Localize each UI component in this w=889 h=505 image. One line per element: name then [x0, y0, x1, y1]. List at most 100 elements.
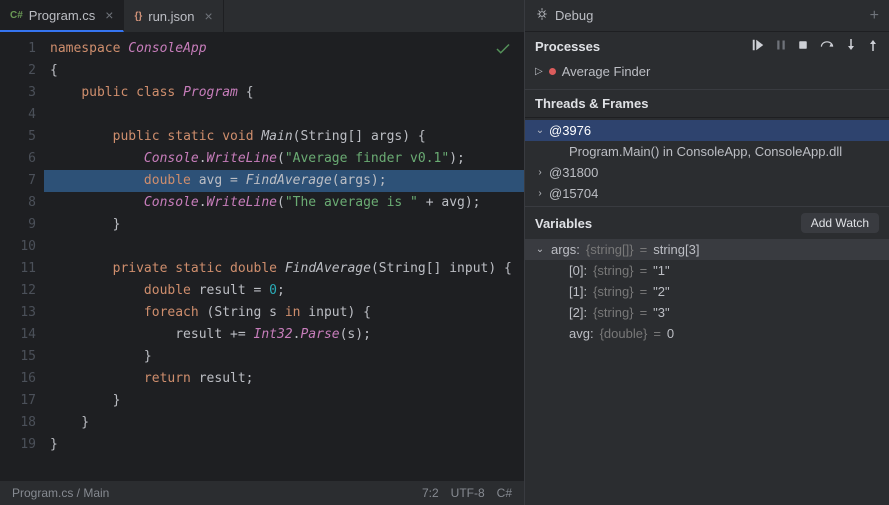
file-icon: {} — [134, 11, 142, 22]
line-number[interactable]: 5 — [0, 126, 36, 148]
debug-icon — [535, 7, 549, 24]
code-line[interactable]: { — [44, 60, 524, 82]
code-line[interactable]: Console.WriteLine("The average is " + av… — [44, 192, 524, 214]
tab-program-cs[interactable]: C# Program.cs × — [0, 0, 124, 32]
gutter: 12345678910111213141516171819 — [0, 32, 44, 481]
code-line[interactable]: Console.WriteLine("Average finder v0.1")… — [44, 148, 524, 170]
line-number[interactable]: 8 — [0, 192, 36, 214]
var-type: {string} — [593, 263, 633, 278]
variable-row[interactable]: ⌄args: {string[]} = string[3] — [525, 239, 889, 260]
process-name: Average Finder — [562, 64, 651, 79]
code-line[interactable]: result += Int32.Parse(s); — [44, 324, 524, 346]
code-line[interactable] — [44, 236, 524, 258]
variable-row[interactable]: [1]: {string} = "2" — [525, 281, 889, 302]
var-type: {double} — [600, 326, 648, 341]
language[interactable]: C# — [497, 486, 512, 500]
var-value: "3" — [653, 305, 669, 320]
code[interactable]: namespace ConsoleApp{ public class Progr… — [44, 32, 524, 481]
line-number[interactable]: 1 — [0, 38, 36, 60]
var-type: {string[]} — [586, 242, 634, 257]
tab-run-json[interactable]: {}run.json× — [124, 0, 223, 32]
code-line[interactable]: public static void Main(String[] args) { — [44, 126, 524, 148]
line-number[interactable]: 12 — [0, 280, 36, 302]
thread-id: @31800 — [549, 165, 598, 180]
process-item[interactable]: ▷ Average Finder — [525, 60, 889, 89]
var-name: args: — [551, 242, 580, 257]
code-line[interactable]: } — [44, 390, 524, 412]
thread-id: @15704 — [549, 186, 598, 201]
var-type: {string} — [593, 284, 633, 299]
editor-area[interactable]: 12345678910111213141516171819 namespace … — [0, 32, 524, 481]
debug-controls — [751, 38, 879, 55]
resume-button[interactable] — [751, 38, 765, 55]
breadcrumb[interactable]: Program.cs / Main — [12, 486, 109, 500]
line-number[interactable]: 19 — [0, 434, 36, 456]
variables-list: ⌄args: {string[]} = string[3][0]: {strin… — [525, 239, 889, 344]
code-line[interactable]: } — [44, 412, 524, 434]
step-out-button[interactable] — [867, 38, 879, 55]
step-over-button[interactable] — [819, 38, 835, 55]
var-name: avg: — [569, 326, 594, 341]
stop-button[interactable] — [797, 39, 809, 54]
thread-row[interactable]: › @31800 — [525, 162, 889, 183]
line-number[interactable]: 15 — [0, 346, 36, 368]
encoding[interactable]: UTF-8 — [451, 486, 485, 500]
thread-list: ⌄ @3976Program.Main() in ConsoleApp, Con… — [525, 118, 889, 206]
step-into-button[interactable] — [845, 38, 857, 55]
code-line[interactable]: private static double FindAverage(String… — [44, 258, 524, 280]
var-name: [1]: — [569, 284, 587, 299]
variable-row[interactable]: avg: {double} = 0 — [525, 323, 889, 344]
chevron-icon: ⌄ — [535, 244, 545, 255]
editor-pane: C#Program.cs×{}run.json× 123456789101112… — [0, 0, 524, 505]
line-number[interactable]: 11 — [0, 258, 36, 280]
code-line[interactable]: foreach (String s in input) { — [44, 302, 524, 324]
line-number[interactable]: 9 — [0, 214, 36, 236]
cursor-position[interactable]: 7:2 — [422, 486, 439, 500]
variables-header: Variables — [535, 216, 592, 231]
add-config-button[interactable]: + — [870, 7, 879, 25]
code-line[interactable]: } — [44, 346, 524, 368]
var-name: [2]: — [569, 305, 587, 320]
line-number[interactable]: 18 — [0, 412, 36, 434]
breakpoint-indicator-icon — [549, 68, 556, 75]
code-line[interactable]: double result = 0; — [44, 280, 524, 302]
line-number[interactable]: 10 — [0, 236, 36, 258]
file-icon: C# — [10, 10, 23, 21]
add-watch-button[interactable]: Add Watch — [801, 213, 879, 233]
close-icon[interactable]: × — [205, 8, 213, 24]
play-icon: ▷ — [535, 66, 543, 77]
var-value: 0 — [667, 326, 674, 341]
line-number[interactable]: 6 — [0, 148, 36, 170]
code-line[interactable]: } — [44, 434, 524, 456]
stack-frame[interactable]: Program.Main() in ConsoleApp, ConsoleApp… — [525, 141, 889, 162]
code-line[interactable]: double avg = FindAverage(args); — [44, 170, 524, 192]
processes-label: Processes — [535, 39, 600, 54]
thread-row[interactable]: ⌄ @3976 — [525, 120, 889, 141]
pause-button[interactable] — [775, 39, 787, 54]
variable-row[interactable]: [2]: {string} = "3" — [525, 302, 889, 323]
chevron-icon: ⌄ — [535, 125, 545, 136]
var-value: "2" — [653, 284, 669, 299]
line-number[interactable]: 14 — [0, 324, 36, 346]
thread-id: @3976 — [549, 123, 591, 138]
line-number[interactable]: 7 — [0, 170, 36, 192]
tab-label: Program.cs — [29, 8, 95, 23]
code-line[interactable] — [44, 104, 524, 126]
debug-title-label: Debug — [555, 8, 593, 23]
line-number[interactable]: 16 — [0, 368, 36, 390]
line-number[interactable]: 13 — [0, 302, 36, 324]
thread-row[interactable]: › @15704 — [525, 183, 889, 204]
line-number[interactable]: 17 — [0, 390, 36, 412]
line-number[interactable]: 2 — [0, 60, 36, 82]
close-icon[interactable]: × — [105, 7, 113, 23]
var-value: "1" — [653, 263, 669, 278]
code-line[interactable]: public class Program { — [44, 82, 524, 104]
debug-pane: Debug + Processes ▷ Average Finder Threa… — [524, 0, 889, 505]
line-number[interactable]: 4 — [0, 104, 36, 126]
code-line[interactable]: namespace ConsoleApp — [44, 38, 524, 60]
code-line[interactable]: return result; — [44, 368, 524, 390]
variable-row[interactable]: [0]: {string} = "1" — [525, 260, 889, 281]
code-line[interactable]: } — [44, 214, 524, 236]
tab-bar: C#Program.cs×{}run.json× — [0, 0, 524, 32]
line-number[interactable]: 3 — [0, 82, 36, 104]
